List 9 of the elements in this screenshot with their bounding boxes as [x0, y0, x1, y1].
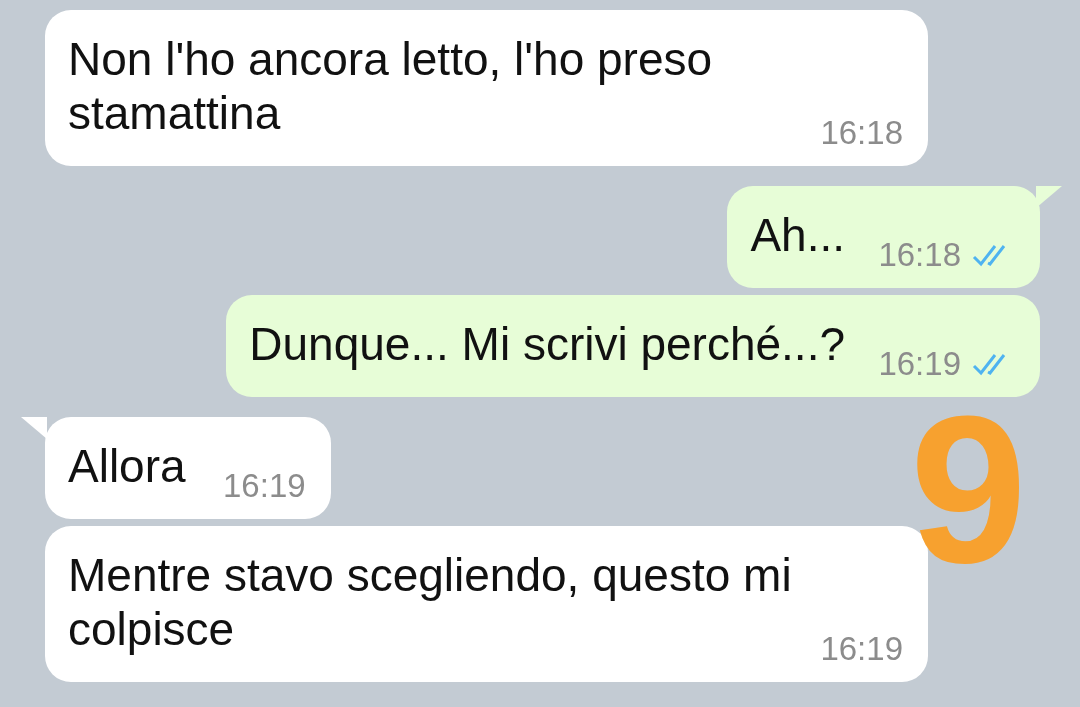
message-text: Allora — [68, 440, 186, 492]
message-time: 16:18 — [878, 236, 961, 274]
message-text: Ah... — [750, 209, 845, 261]
message-time: 16:19 — [223, 467, 306, 505]
message-text: Non l'ho ancora letto, l'ho preso stamattina — [68, 33, 713, 139]
message-text: Mentre stavo scegliendo, questo mi colpisce — [68, 549, 792, 655]
message-time: 16:19 — [820, 630, 903, 668]
message-text: Dunque... Mi scrivi perché...? — [249, 318, 845, 370]
message-time: 16:18 — [820, 114, 903, 152]
